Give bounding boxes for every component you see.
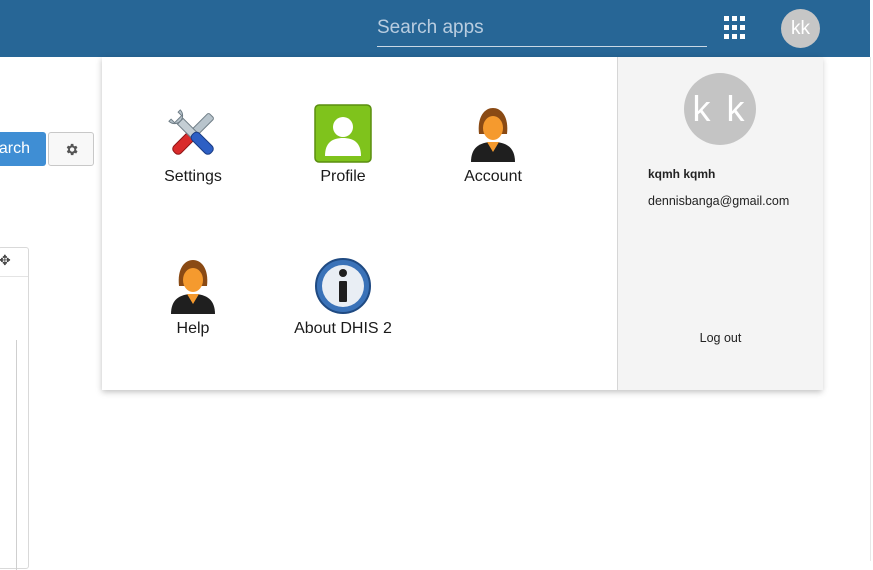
tile-profile-label: Profile bbox=[320, 168, 366, 185]
settings-button[interactable] bbox=[48, 132, 94, 166]
profile-avatar-button[interactable]: kk bbox=[781, 9, 820, 48]
tools-icon bbox=[168, 109, 214, 155]
profile-name: kqmh kqmh bbox=[648, 167, 716, 181]
profile-email: dennisbanga@gmail.com bbox=[648, 194, 790, 208]
scrollbar-edge bbox=[870, 57, 871, 561]
apps-grid-icon[interactable] bbox=[724, 16, 748, 40]
profile-sidebar: k k kqmh kqmh dennisbanga@gmail.com Log … bbox=[617, 57, 823, 390]
tile-settings-label: Settings bbox=[164, 168, 222, 185]
panel-divider bbox=[0, 276, 28, 277]
person-icon bbox=[171, 260, 215, 314]
profile-card-icon bbox=[314, 104, 372, 163]
tile-account-label: Account bbox=[464, 168, 522, 185]
tile-about[interactable]: About DHIS 2 bbox=[273, 256, 413, 338]
profile-menu: Settings Profile Account Help About DHIS… bbox=[102, 57, 823, 390]
avatar: k k bbox=[684, 73, 756, 145]
tile-profile[interactable]: Profile bbox=[273, 104, 413, 186]
logout-button[interactable]: Log out bbox=[618, 331, 823, 345]
search-button[interactable]: arch bbox=[0, 132, 46, 166]
gear-icon bbox=[66, 143, 77, 155]
tile-help[interactable]: Help bbox=[123, 256, 263, 338]
tile-account[interactable]: Account bbox=[423, 104, 563, 186]
tile-help-label: Help bbox=[176, 320, 210, 337]
search-apps-input[interactable]: Search apps bbox=[377, 14, 707, 47]
panel-divider-vertical bbox=[16, 340, 17, 570]
tile-settings[interactable]: Settings bbox=[123, 104, 263, 186]
info-icon bbox=[315, 258, 371, 314]
person-icon bbox=[471, 108, 515, 162]
background-panel: ✥ bbox=[0, 247, 29, 570]
search-button-label: arch bbox=[0, 140, 30, 157]
move-icon[interactable]: ✥ bbox=[0, 252, 11, 269]
tile-about-label: About DHIS 2 bbox=[294, 320, 392, 337]
header-bar: Search apps kk bbox=[0, 0, 870, 57]
